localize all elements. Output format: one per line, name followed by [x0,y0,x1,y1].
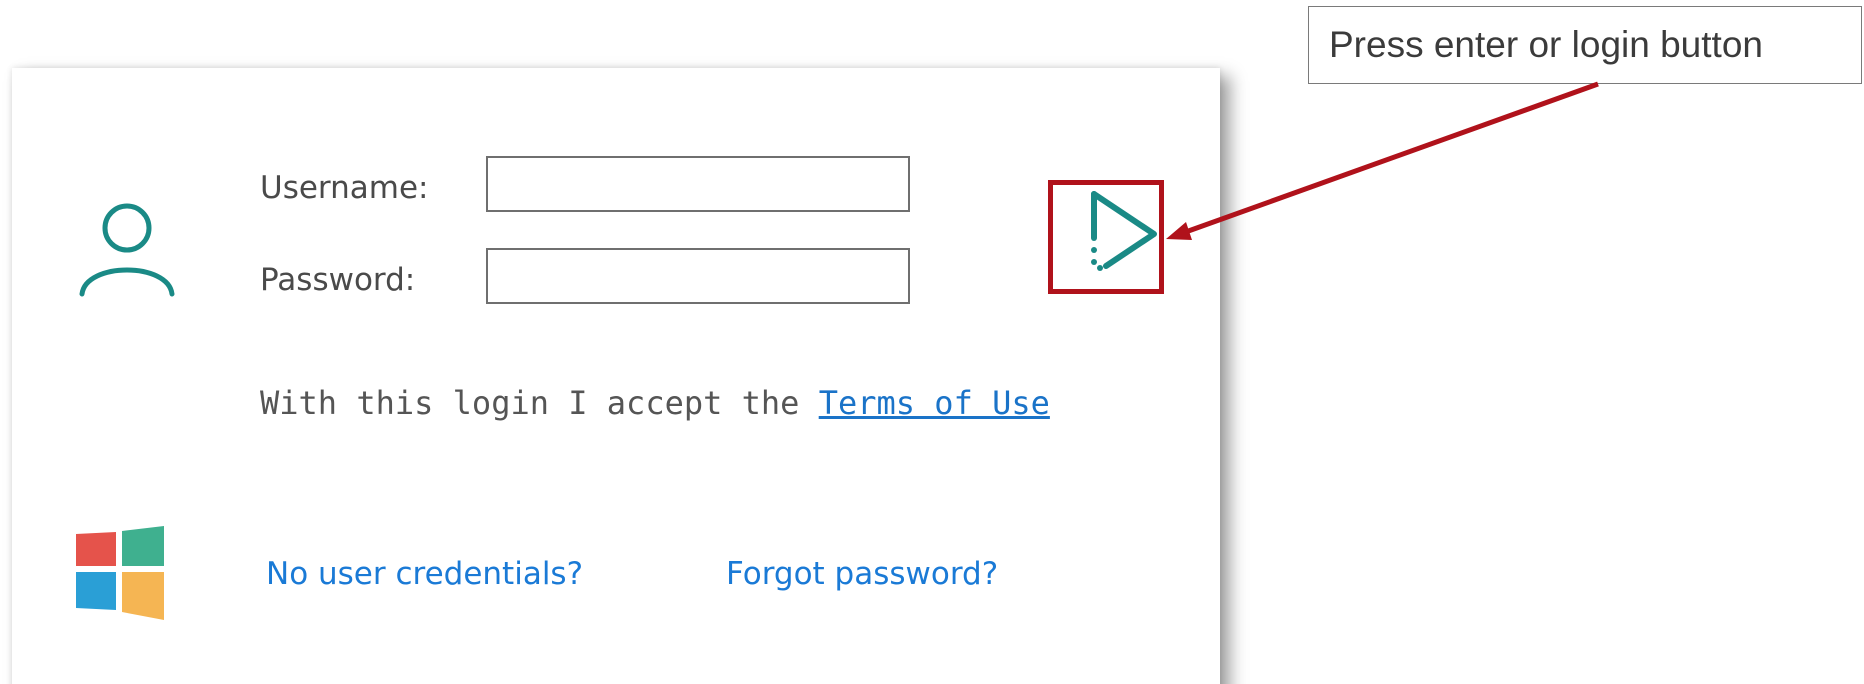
forgot-password-link[interactable]: Forgot password? [726,556,998,592]
username-label: Username: [260,170,429,206]
terms-of-use-link[interactable]: Terms of Use [819,384,1050,422]
username-input[interactable] [486,156,910,212]
accept-text: With this login I accept the [260,384,819,422]
annotation-callout: Press enter or login button [1308,6,1862,84]
login-button-highlight [1048,180,1164,294]
password-input[interactable] [486,248,910,304]
login-card: Username: Password: With this login I ac… [12,68,1220,684]
password-label: Password: [260,262,416,298]
windows-logo-icon [76,526,164,620]
terms-acceptance-text: With this login I accept the Terms of Us… [260,384,1050,422]
screenshot-stage: Username: Password: With this login I ac… [0,0,1864,684]
no-user-credentials-link[interactable]: No user credentials? [266,556,583,592]
user-icon [79,203,175,297]
